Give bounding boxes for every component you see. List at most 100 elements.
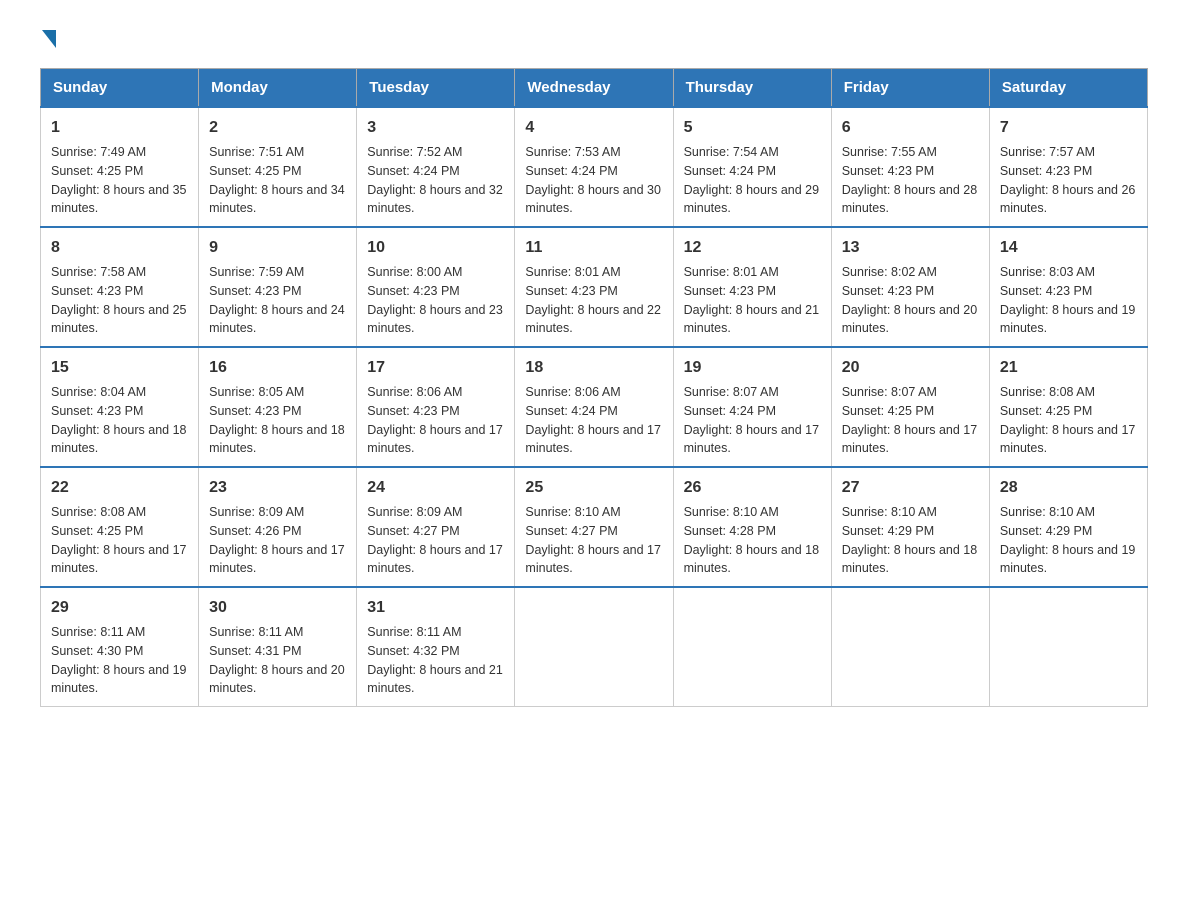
sunset-label: Sunset: 4:30 PM	[51, 644, 143, 658]
day-number: 5	[684, 116, 821, 140]
sunset-label: Sunset: 4:23 PM	[51, 284, 143, 298]
sunrise-label: Sunrise: 7:57 AM	[1000, 145, 1095, 159]
daylight-label: Daylight: 8 hours and 25 minutes.	[51, 303, 187, 336]
day-number: 14	[1000, 236, 1137, 260]
calendar-header-row: SundayMondayTuesdayWednesdayThursdayFrid…	[41, 69, 1148, 108]
sunrise-label: Sunrise: 8:09 AM	[209, 505, 304, 519]
calendar-cell: 27 Sunrise: 8:10 AM Sunset: 4:29 PM Dayl…	[831, 467, 989, 587]
calendar-cell: 19 Sunrise: 8:07 AM Sunset: 4:24 PM Dayl…	[673, 347, 831, 467]
day-number: 3	[367, 116, 504, 140]
sunrise-label: Sunrise: 8:04 AM	[51, 385, 146, 399]
calendar-cell: 2 Sunrise: 7:51 AM Sunset: 4:25 PM Dayli…	[199, 107, 357, 227]
sunset-label: Sunset: 4:25 PM	[51, 524, 143, 538]
sunrise-label: Sunrise: 7:55 AM	[842, 145, 937, 159]
sunset-label: Sunset: 4:23 PM	[367, 404, 459, 418]
daylight-label: Daylight: 8 hours and 29 minutes.	[684, 183, 820, 216]
sunset-label: Sunset: 4:26 PM	[209, 524, 301, 538]
calendar-cell: 21 Sunrise: 8:08 AM Sunset: 4:25 PM Dayl…	[989, 347, 1147, 467]
day-header-friday: Friday	[831, 69, 989, 108]
day-number: 15	[51, 356, 188, 380]
day-number: 12	[684, 236, 821, 260]
calendar-cell: 24 Sunrise: 8:09 AM Sunset: 4:27 PM Dayl…	[357, 467, 515, 587]
sunrise-label: Sunrise: 8:07 AM	[842, 385, 937, 399]
sunrise-label: Sunrise: 8:05 AM	[209, 385, 304, 399]
calendar-cell: 13 Sunrise: 8:02 AM Sunset: 4:23 PM Dayl…	[831, 227, 989, 347]
calendar-cell: 8 Sunrise: 7:58 AM Sunset: 4:23 PM Dayli…	[41, 227, 199, 347]
page-header	[40, 30, 1148, 48]
sunrise-label: Sunrise: 7:53 AM	[525, 145, 620, 159]
day-number: 6	[842, 116, 979, 140]
sunrise-label: Sunrise: 8:10 AM	[525, 505, 620, 519]
day-number: 19	[684, 356, 821, 380]
daylight-label: Daylight: 8 hours and 19 minutes.	[51, 663, 187, 696]
sunset-label: Sunset: 4:25 PM	[842, 404, 934, 418]
sunset-label: Sunset: 4:23 PM	[1000, 164, 1092, 178]
day-number: 26	[684, 476, 821, 500]
sunrise-label: Sunrise: 8:09 AM	[367, 505, 462, 519]
sunset-label: Sunset: 4:29 PM	[842, 524, 934, 538]
sunrise-label: Sunrise: 8:00 AM	[367, 265, 462, 279]
day-number: 25	[525, 476, 662, 500]
daylight-label: Daylight: 8 hours and 18 minutes.	[684, 543, 820, 576]
calendar-cell: 14 Sunrise: 8:03 AM Sunset: 4:23 PM Dayl…	[989, 227, 1147, 347]
daylight-label: Daylight: 8 hours and 21 minutes.	[684, 303, 820, 336]
day-number: 10	[367, 236, 504, 260]
day-number: 9	[209, 236, 346, 260]
daylight-label: Daylight: 8 hours and 20 minutes.	[209, 663, 345, 696]
calendar-cell: 17 Sunrise: 8:06 AM Sunset: 4:23 PM Dayl…	[357, 347, 515, 467]
calendar-table: SundayMondayTuesdayWednesdayThursdayFrid…	[40, 68, 1148, 707]
sunrise-label: Sunrise: 8:11 AM	[367, 625, 461, 639]
daylight-label: Daylight: 8 hours and 20 minutes.	[842, 303, 978, 336]
sunrise-label: Sunrise: 8:01 AM	[525, 265, 620, 279]
sunset-label: Sunset: 4:24 PM	[525, 404, 617, 418]
daylight-label: Daylight: 8 hours and 18 minutes.	[842, 543, 978, 576]
sunrise-label: Sunrise: 8:01 AM	[684, 265, 779, 279]
calendar-week-row: 8 Sunrise: 7:58 AM Sunset: 4:23 PM Dayli…	[41, 227, 1148, 347]
calendar-week-row: 22 Sunrise: 8:08 AM Sunset: 4:25 PM Dayl…	[41, 467, 1148, 587]
daylight-label: Daylight: 8 hours and 17 minutes.	[367, 423, 503, 456]
calendar-cell	[515, 587, 673, 707]
calendar-week-row: 15 Sunrise: 8:04 AM Sunset: 4:23 PM Dayl…	[41, 347, 1148, 467]
sunset-label: Sunset: 4:27 PM	[525, 524, 617, 538]
sunrise-label: Sunrise: 8:03 AM	[1000, 265, 1095, 279]
sunrise-label: Sunrise: 8:06 AM	[525, 385, 620, 399]
daylight-label: Daylight: 8 hours and 19 minutes.	[1000, 303, 1136, 336]
daylight-label: Daylight: 8 hours and 17 minutes.	[1000, 423, 1136, 456]
day-number: 8	[51, 236, 188, 260]
daylight-label: Daylight: 8 hours and 17 minutes.	[525, 543, 661, 576]
day-number: 20	[842, 356, 979, 380]
day-header-wednesday: Wednesday	[515, 69, 673, 108]
daylight-label: Daylight: 8 hours and 17 minutes.	[209, 543, 345, 576]
day-number: 29	[51, 596, 188, 620]
sunrise-label: Sunrise: 7:54 AM	[684, 145, 779, 159]
sunset-label: Sunset: 4:29 PM	[1000, 524, 1092, 538]
sunrise-label: Sunrise: 8:11 AM	[209, 625, 303, 639]
daylight-label: Daylight: 8 hours and 18 minutes.	[51, 423, 187, 456]
day-number: 1	[51, 116, 188, 140]
daylight-label: Daylight: 8 hours and 18 minutes.	[209, 423, 345, 456]
sunrise-label: Sunrise: 8:10 AM	[684, 505, 779, 519]
day-number: 21	[1000, 356, 1137, 380]
day-number: 16	[209, 356, 346, 380]
calendar-cell: 23 Sunrise: 8:09 AM Sunset: 4:26 PM Dayl…	[199, 467, 357, 587]
daylight-label: Daylight: 8 hours and 17 minutes.	[367, 543, 503, 576]
sunrise-label: Sunrise: 8:02 AM	[842, 265, 937, 279]
sunrise-label: Sunrise: 7:58 AM	[51, 265, 146, 279]
day-number: 27	[842, 476, 979, 500]
sunset-label: Sunset: 4:23 PM	[367, 284, 459, 298]
sunset-label: Sunset: 4:23 PM	[1000, 284, 1092, 298]
calendar-cell: 16 Sunrise: 8:05 AM Sunset: 4:23 PM Dayl…	[199, 347, 357, 467]
sunrise-label: Sunrise: 8:10 AM	[842, 505, 937, 519]
calendar-cell: 3 Sunrise: 7:52 AM Sunset: 4:24 PM Dayli…	[357, 107, 515, 227]
sunrise-label: Sunrise: 8:06 AM	[367, 385, 462, 399]
calendar-cell: 10 Sunrise: 8:00 AM Sunset: 4:23 PM Dayl…	[357, 227, 515, 347]
day-number: 30	[209, 596, 346, 620]
day-number: 31	[367, 596, 504, 620]
calendar-cell: 25 Sunrise: 8:10 AM Sunset: 4:27 PM Dayl…	[515, 467, 673, 587]
day-number: 7	[1000, 116, 1137, 140]
day-number: 13	[842, 236, 979, 260]
calendar-cell: 11 Sunrise: 8:01 AM Sunset: 4:23 PM Dayl…	[515, 227, 673, 347]
calendar-cell: 7 Sunrise: 7:57 AM Sunset: 4:23 PM Dayli…	[989, 107, 1147, 227]
day-header-tuesday: Tuesday	[357, 69, 515, 108]
daylight-label: Daylight: 8 hours and 21 minutes.	[367, 663, 503, 696]
